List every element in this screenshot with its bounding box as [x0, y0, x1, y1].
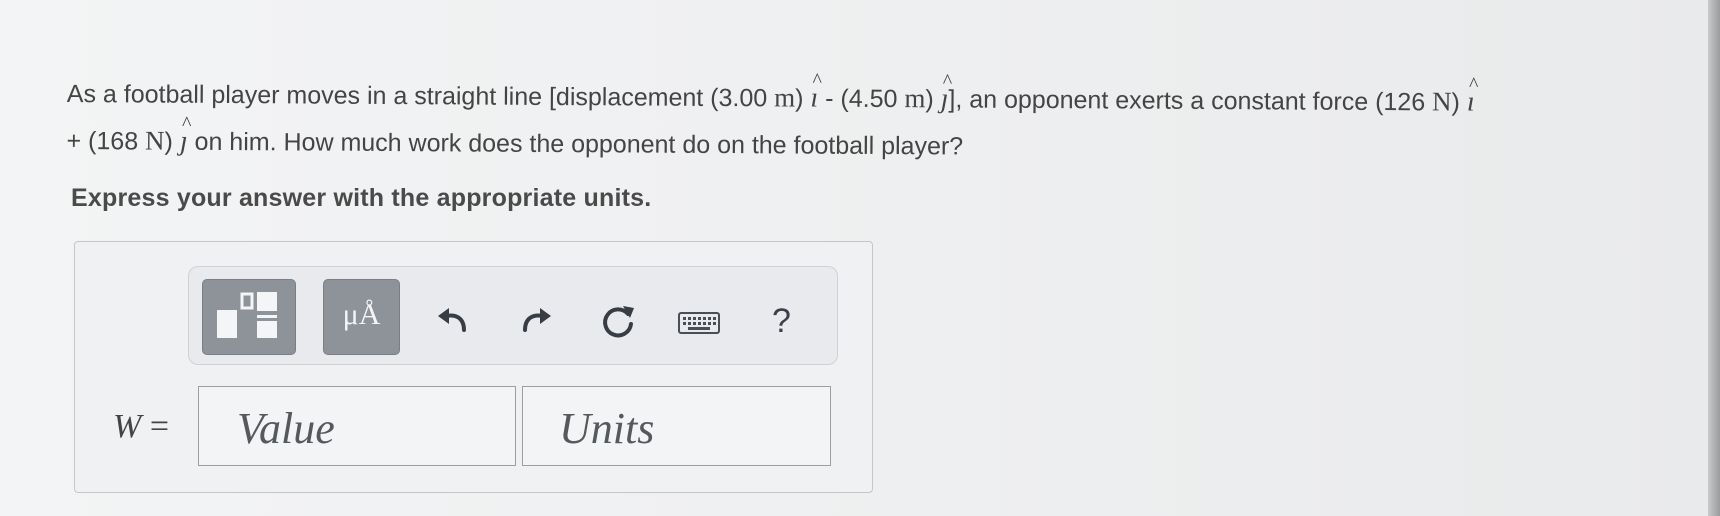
redo-icon[interactable]: [517, 304, 555, 336]
problem-line-2: + (168 N) ȷ on him. How much work does t…: [66, 117, 1666, 174]
problem-text: As a football player moves in a straight…: [66, 79, 775, 113]
i-hat-symbol: ı: [1467, 80, 1475, 126]
keyboard-icon[interactable]: [677, 311, 721, 337]
problem-text: ): [164, 127, 180, 156]
j-hat-symbol: ȷ: [180, 119, 188, 165]
answer-instruction: Express your answer with the appropriate…: [71, 184, 652, 212]
equals-sign: =: [149, 408, 170, 445]
reset-icon[interactable]: [598, 302, 638, 342]
problem-text: + (168: [66, 126, 146, 156]
unit-meter: m: [774, 82, 796, 113]
problem-text: ], an opponent exerts a constant force (…: [948, 85, 1433, 117]
units-button[interactable]: μÅ: [323, 279, 400, 355]
problem-text: - (4.50: [818, 84, 905, 114]
problem-text: ): [795, 84, 811, 113]
units-placeholder: Units: [559, 404, 655, 453]
window-edge: [1708, 0, 1720, 516]
unit-newton: N: [145, 125, 165, 156]
units-icon: μÅ: [342, 298, 381, 331]
j-hat-symbol: ȷ: [941, 76, 949, 122]
unit-meter: m: [904, 83, 926, 114]
problem-text: ): [925, 85, 941, 114]
value-placeholder: Value: [237, 404, 335, 453]
problem-text: ): [1451, 88, 1467, 117]
value-input[interactable]: Value: [198, 386, 516, 466]
i-hat-symbol: ı: [810, 76, 818, 122]
templates-button[interactable]: [202, 279, 296, 355]
problem-text: on him. How much work does the opponent …: [187, 127, 964, 161]
units-input[interactable]: Units: [522, 386, 831, 466]
undo-icon[interactable]: [434, 304, 472, 336]
templates-icon: [217, 292, 277, 338]
variable-w: W: [113, 408, 142, 445]
unit-newton: N: [1432, 86, 1452, 117]
help-icon[interactable]: ?: [772, 302, 791, 341]
answer-variable-label: W =: [113, 408, 169, 446]
problem-statement: As a football player moves in a straight…: [66, 70, 1667, 174]
